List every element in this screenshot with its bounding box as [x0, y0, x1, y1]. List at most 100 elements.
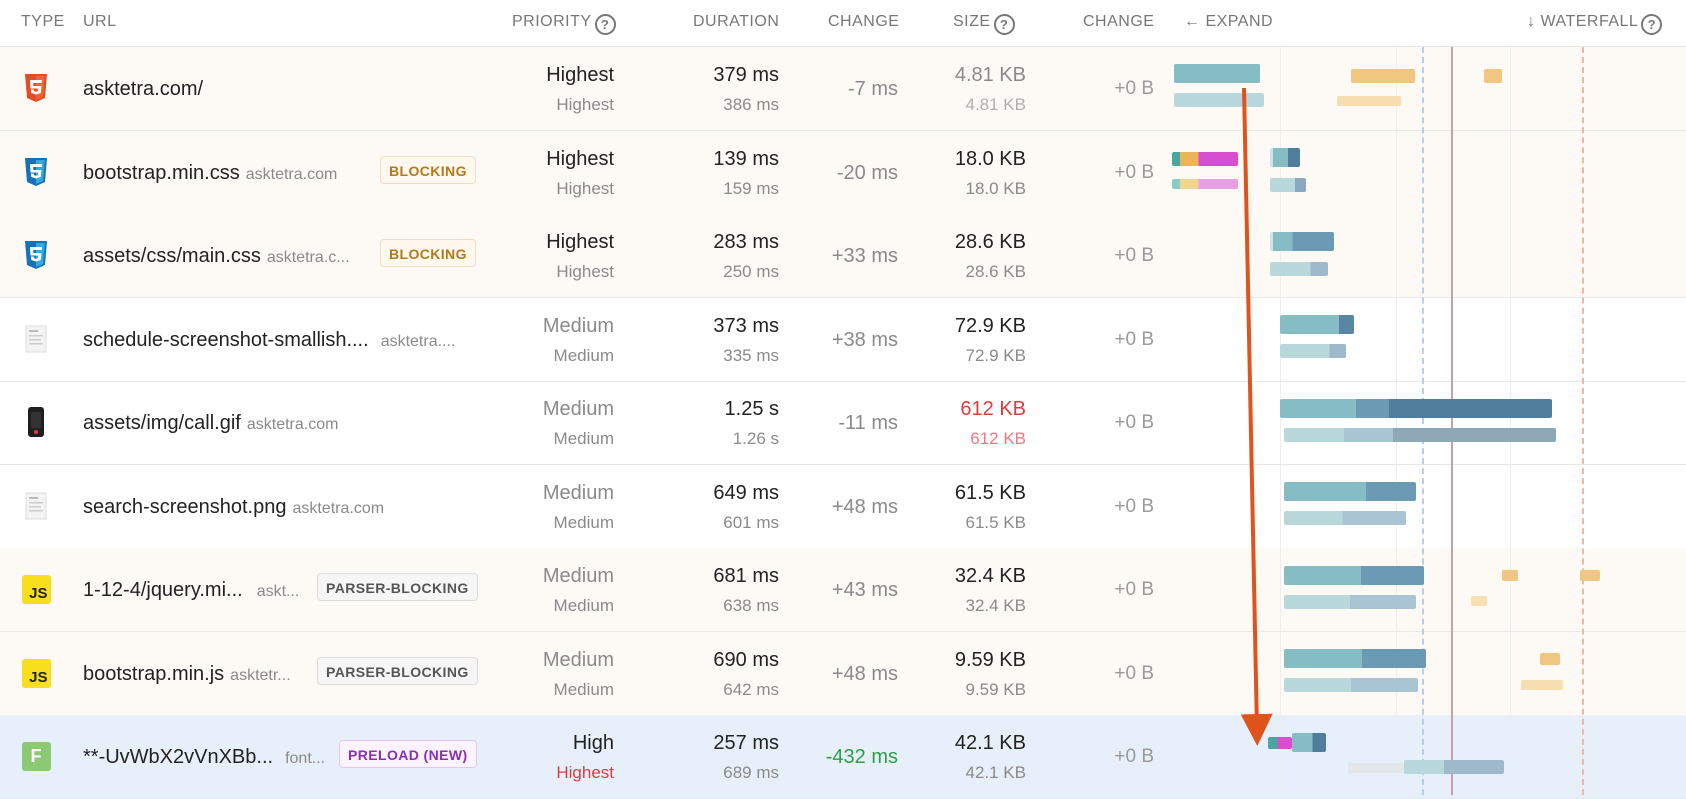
size-value: 61.5 KB	[954, 482, 1026, 504]
priority-previous: Medium	[553, 513, 614, 532]
url-path: search-screenshot.png	[83, 496, 287, 518]
size-value: 28.6 KB	[954, 231, 1026, 253]
size-value: 72.9 KB	[954, 315, 1026, 337]
size-value: 9.59 KB	[954, 649, 1026, 671]
size-previous: 72.9 KB	[965, 346, 1027, 365]
size-change: +0 B	[1114, 78, 1154, 99]
priority-value: Medium	[542, 482, 614, 504]
size-previous: 4.81 KB	[965, 95, 1027, 114]
size-previous: 42.1 KB	[965, 763, 1027, 782]
duration-previous: 335 ms	[723, 346, 779, 365]
size-previous: 9.59 KB	[965, 680, 1027, 699]
column-header-size-change[interactable]: CHANGE	[1083, 13, 1154, 31]
column-header-size-label: SIZE	[953, 13, 991, 30]
duration-value: 1.25 s	[724, 398, 779, 420]
duration-change: -11 ms	[838, 412, 898, 434]
expand-button[interactable]: ← EXPAND	[1184, 13, 1273, 31]
column-header-priority[interactable]: PRIORITY?	[512, 13, 616, 35]
url-path: bootstrap.min.js	[83, 663, 225, 685]
table-row[interactable]: schedule-screenshot-smallish.... asktetra…	[0, 298, 1686, 382]
duration-previous: 638 ms	[723, 596, 779, 615]
size-change: +0 B	[1114, 746, 1154, 767]
priority-value: Medium	[542, 565, 614, 587]
table-row[interactable]: assets/img/call.gif asktetra.com Medium M…	[0, 381, 1686, 465]
duration-previous: 689 ms	[723, 763, 779, 782]
url-path: asktetra.com/	[83, 78, 204, 100]
duration-previous: 601 ms	[723, 513, 779, 532]
size-change: +0 B	[1114, 245, 1154, 266]
url-domain: askt...	[256, 583, 300, 600]
column-header-priority-label: PRIORITY	[512, 13, 592, 30]
url-path: schedule-screenshot-smallish....	[83, 329, 369, 351]
preload-badge: PRELOAD (NEW)	[339, 740, 477, 768]
row-url[interactable]: asktetra.com/	[83, 78, 209, 101]
size-help-icon[interactable]: ?	[993, 14, 1015, 35]
duration-previous: 642 ms	[723, 680, 779, 699]
priority-previous: Highest	[556, 95, 614, 114]
priority-previous: Medium	[553, 680, 614, 699]
duration-change: +38 ms	[831, 329, 898, 351]
row-url[interactable]: bootstrap.min.css asktetra.com	[83, 162, 337, 185]
duration-change: +48 ms	[831, 496, 898, 518]
duration-change: +33 ms	[831, 245, 898, 267]
waterfall-help-icon[interactable]: ?	[1641, 14, 1663, 35]
size-previous: 32.4 KB	[965, 596, 1027, 615]
row-url[interactable]: bootstrap.min.js asktetr...	[83, 663, 291, 686]
priority-value: Medium	[542, 315, 614, 337]
url-path: assets/img/call.gif	[83, 412, 241, 434]
table-row[interactable]: bootstrap.min.css asktetra.com BLOCKING H…	[0, 131, 1686, 215]
size-change: +0 B	[1114, 329, 1154, 350]
row-url[interactable]: assets/css/main.css asktetra.c...	[83, 245, 350, 268]
font-icon: F	[21, 741, 51, 771]
size-value: 4.81 KB	[954, 64, 1026, 86]
size-change: +0 B	[1114, 663, 1154, 684]
priority-help-icon[interactable]: ?	[594, 14, 616, 35]
table-row[interactable]: F **-UvWbX2vVnXBb... font... PRELOAD (NEW…	[0, 715, 1686, 799]
size-value: 42.1 KB	[954, 732, 1026, 754]
url-domain: asktetra.com	[246, 416, 339, 433]
row-url[interactable]: **-UvWbX2vVnXBb... font...	[83, 746, 325, 769]
waterfall-toggle[interactable]: ↓ WATERFALL?	[1527, 13, 1663, 35]
column-header-change[interactable]: CHANGE	[828, 13, 899, 31]
table-row[interactable]: JS 1-12-4/jquery.mi... askt... PARSER-BLO…	[0, 548, 1686, 632]
size-change: +0 B	[1114, 496, 1154, 517]
html-icon	[21, 73, 51, 103]
js-icon-label: JS	[21, 658, 51, 688]
priority-value: Highest	[546, 231, 614, 253]
row-url[interactable]: schedule-screenshot-smallish.... asktetra…	[83, 329, 455, 352]
priority-value: Highest	[546, 64, 614, 86]
priority-previous: Highest	[556, 763, 614, 782]
size-value: 18.0 KB	[954, 148, 1026, 170]
row-url[interactable]: assets/img/call.gif asktetra.com	[83, 412, 338, 435]
size-change: +0 B	[1114, 412, 1154, 433]
url-domain: asktetra.com	[292, 500, 385, 517]
size-previous: 61.5 KB	[965, 513, 1027, 532]
url-domain: asktetra.com	[245, 166, 338, 183]
table-row[interactable]: search-screenshot.png asktetra.com Medium…	[0, 465, 1686, 549]
column-header-duration[interactable]: DURATION	[693, 13, 779, 31]
js-icon-label: JS	[21, 574, 51, 604]
row-url[interactable]: search-screenshot.png asktetra.com	[83, 496, 384, 519]
duration-value: 139 ms	[713, 148, 779, 170]
column-header-size[interactable]: SIZE?	[953, 13, 1015, 35]
table-row[interactable]: asktetra.com/ Highest Highest 379 ms 386…	[0, 47, 1686, 131]
size-value: 32.4 KB	[954, 565, 1026, 587]
duration-value: 283 ms	[713, 231, 779, 253]
priority-previous: Highest	[556, 179, 614, 198]
column-header-url[interactable]: URL	[83, 13, 117, 31]
image-thumbnail-icon	[21, 491, 51, 521]
table-header: TYPE URL PRIORITY? DURATION CHANGE SIZE?…	[0, 0, 1686, 47]
duration-value: 379 ms	[713, 64, 779, 86]
size-previous: 18.0 KB	[965, 179, 1027, 198]
duration-value: 373 ms	[713, 315, 779, 337]
duration-value: 649 ms	[713, 482, 779, 504]
row-url[interactable]: 1-12-4/jquery.mi... askt...	[83, 579, 299, 602]
column-header-type[interactable]: TYPE	[21, 13, 65, 31]
url-domain: asktetr...	[230, 667, 291, 684]
url-domain: font...	[285, 750, 326, 767]
css-icon	[21, 157, 51, 187]
table-row[interactable]: assets/css/main.css asktetra.c... BLOCKIN…	[0, 214, 1686, 298]
duration-previous: 250 ms	[723, 262, 779, 281]
priority-value: Highest	[546, 148, 614, 170]
table-row[interactable]: JS bootstrap.min.js asktetr... PARSER-BLO…	[0, 632, 1686, 716]
